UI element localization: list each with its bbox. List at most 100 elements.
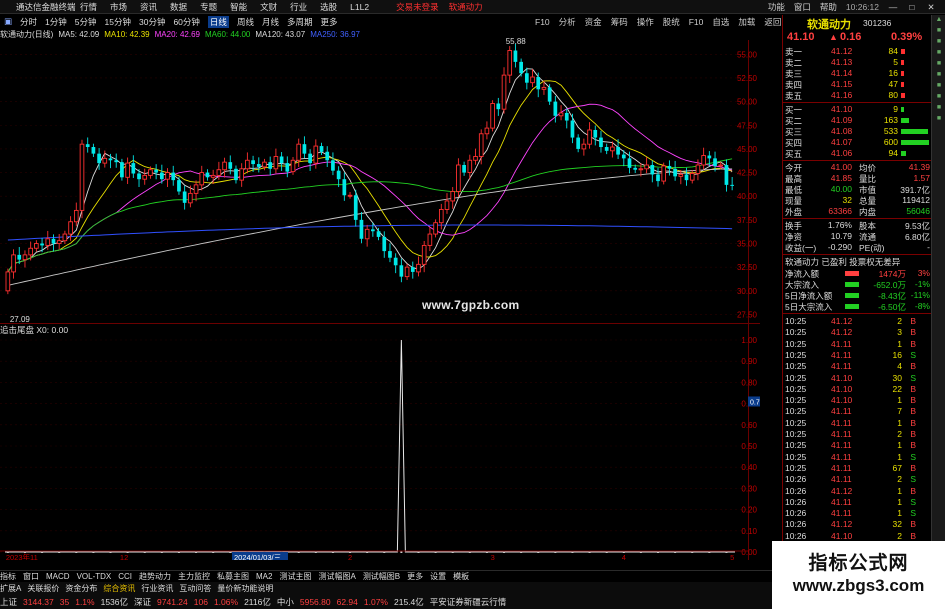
kline-chart[interactable]: 55.0052.5050.0047.5045.0042.5040.0037.50… [0,40,760,560]
candle[interactable] [245,152,250,174]
menu-item-news[interactable]: 资讯 [140,1,157,13]
candle[interactable] [256,157,261,173]
candle[interactable] [484,121,490,140]
candle[interactable] [359,212,364,244]
candle[interactable] [302,136,307,159]
candle[interactable] [416,256,421,277]
menu-item-smart[interactable]: 智能 [230,1,247,13]
period-tab[interactable]: 1分钟 [45,16,67,28]
candle[interactable] [171,165,176,186]
candle[interactable] [120,158,124,181]
indicator-tab[interactable]: 主力监控 [178,571,210,582]
period-tab[interactable]: 30分钟 [139,16,165,28]
candle[interactable] [689,170,695,184]
indicator-tab[interactable]: 私募主图 [217,571,249,582]
candle[interactable] [530,69,535,88]
candle[interactable] [462,161,466,176]
candle[interactable] [661,162,667,185]
candle[interactable] [331,152,335,176]
candle[interactable] [473,148,478,165]
candle[interactable] [553,96,558,123]
candle[interactable] [678,170,684,185]
orderbook-row[interactable]: 买三 41.08 533 [783,126,932,137]
period-tab[interactable]: 5分钟 [75,16,97,28]
candle[interactable] [182,185,187,210]
toolbar-button[interactable]: 分析 [559,16,576,28]
indicator-tab[interactable]: VOL-TDX [77,572,112,581]
candle[interactable] [347,191,353,199]
chart-settings-icon[interactable]: ▣ [4,16,12,27]
candle[interactable] [336,166,341,188]
orderbook-row[interactable]: 买五 41.06 94 [783,148,932,159]
indicator-tab[interactable]: 测试主图 [279,571,311,582]
candle[interactable] [404,263,410,280]
status-link[interactable]: 互动问答 [179,583,211,594]
side-tool-icon[interactable]: ▲ [933,16,945,26]
candle[interactable] [673,160,677,181]
candle[interactable] [599,130,603,153]
candle[interactable] [587,122,592,149]
candle[interactable] [701,147,706,170]
candle[interactable] [11,249,16,279]
period-tab[interactable]: 更多 [320,16,337,28]
toolbar-button[interactable]: 股统 [663,16,680,28]
indicator-tab[interactable]: 设置 [430,571,446,582]
period-tab[interactable]: 15分钟 [105,16,131,28]
candle[interactable] [51,234,56,252]
side-tool-icon[interactable]: ■ [933,27,945,37]
status-link[interactable]: 量价新功能说明 [217,583,273,594]
candle[interactable] [490,100,495,132]
candle[interactable] [273,148,279,174]
menu-item-industry[interactable]: 行业 [290,1,307,13]
candle[interactable] [319,142,324,156]
candle[interactable] [142,168,148,185]
candle[interactable] [56,233,62,250]
candle[interactable] [85,137,90,153]
candle[interactable] [513,43,518,68]
candle[interactable] [581,138,587,156]
candle[interactable] [644,157,649,174]
candle[interactable] [279,152,284,171]
orderbook-row[interactable]: 卖二 41.13 5 [783,57,932,68]
candle[interactable] [102,150,108,168]
candle[interactable] [558,105,564,121]
toolbar-button[interactable]: 返回 [764,16,781,28]
indicator-tab[interactable]: 更多 [407,571,423,582]
candle[interactable] [308,149,312,171]
candle[interactable] [433,219,438,238]
candle[interactable] [285,156,290,178]
menu-item-data[interactable]: 数据 [170,1,187,13]
candle[interactable] [22,250,28,268]
candle[interactable] [496,97,501,116]
candle[interactable] [507,46,513,83]
side-tool-icon[interactable]: ■ [933,49,945,59]
candle[interactable] [177,176,181,195]
orderbook-row[interactable]: 买四 41.07 600 [783,137,932,148]
menu-item-l1l2[interactable]: L1L2 [350,2,369,12]
candle[interactable] [667,160,672,176]
orderbook-row[interactable]: 卖一 41.12 84 [783,46,932,57]
candle[interactable] [114,153,119,168]
period-tab[interactable]: 60分钟 [173,16,199,28]
side-tool-icon[interactable]: ■ [933,71,945,81]
candle[interactable] [393,253,398,274]
candle[interactable] [450,187,455,209]
candle[interactable] [684,167,689,186]
status-link[interactable]: 资金分布 [65,583,97,594]
toolbar-button[interactable]: 操作 [637,16,654,28]
candle[interactable] [165,168,170,188]
minimize-icon[interactable]: — [888,2,898,12]
orderbook-row[interactable]: 卖五 41.16 80 [783,90,932,101]
indicator-tab[interactable]: 指标 [0,571,16,582]
indicator-tab[interactable]: MACD [46,572,70,581]
candle[interactable] [325,146,330,167]
candle[interactable] [519,58,523,77]
trade-login-alert[interactable]: 交易未登录 [396,1,439,13]
close-icon[interactable]: ✕ [926,2,936,13]
toolbar-button[interactable]: 加载 [738,16,755,28]
chart-area[interactable]: 55.00 52.50 50.00 47.50 45.00 42.50 40.00 37.50… [0,37,760,560]
candle[interactable] [73,202,79,227]
maximize-icon[interactable]: □ [907,2,917,12]
period-tab[interactable]: 分时 [20,16,37,28]
candle[interactable] [650,160,655,183]
